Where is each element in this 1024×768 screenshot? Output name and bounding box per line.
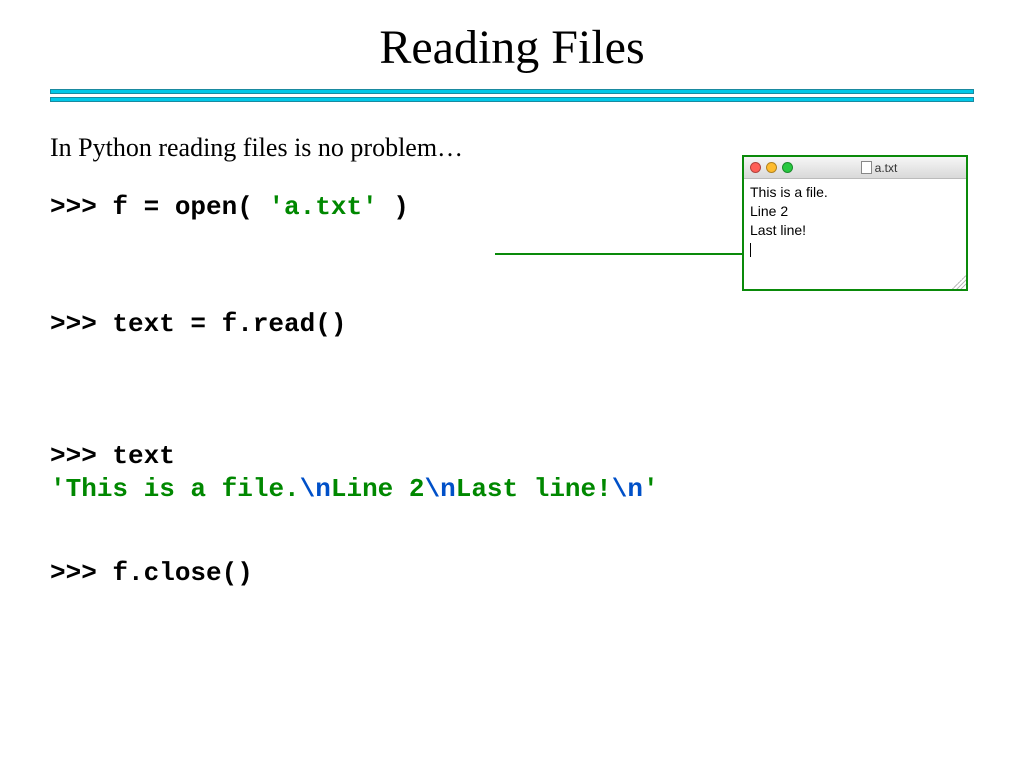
code-open-prefix: >>> f = open( <box>50 192 268 222</box>
code-line-close: >>> f.close() <box>50 557 974 590</box>
file-preview-window: a.txt This is a file. Line 2 Last line! <box>742 155 968 291</box>
slide-title: Reading Files <box>50 20 974 75</box>
spacer <box>50 340 974 440</box>
filename-label: a.txt <box>875 161 898 175</box>
zoom-icon[interactable] <box>782 162 793 173</box>
result-quote: ' <box>643 474 659 504</box>
code-line-read: >>> text = f.read() <box>50 308 974 341</box>
result-escape: \n <box>425 474 456 504</box>
window-titlebar: a.txt <box>744 157 966 179</box>
result-escape: \n <box>612 474 643 504</box>
close-icon[interactable] <box>750 162 761 173</box>
minimize-icon[interactable] <box>766 162 777 173</box>
code-open-arg: 'a.txt' <box>268 192 377 222</box>
code-line-echo: >>> text <box>50 440 974 473</box>
result-quote: ' <box>50 474 66 504</box>
file-line: Line 2 <box>750 202 960 221</box>
result-escape: \n <box>300 474 331 504</box>
file-cursor-line <box>750 240 960 259</box>
code-open-suffix: ) <box>378 192 409 222</box>
file-line: This is a file. <box>750 183 960 202</box>
resize-handle-icon[interactable] <box>952 275 966 289</box>
divider-bar <box>50 89 974 94</box>
result-text: This is a file. <box>66 474 300 504</box>
title-divider <box>50 89 974 103</box>
slide: Reading Files In Python reading files is… <box>0 0 1024 620</box>
window-title: a.txt <box>861 161 898 175</box>
spacer <box>50 505 974 557</box>
result-text: Last line! <box>456 474 612 504</box>
document-icon <box>861 161 872 174</box>
result-text: Line 2 <box>331 474 425 504</box>
code-line-result: 'This is a file.\nLine 2\nLast line!\n' <box>50 473 974 506</box>
text-cursor-icon <box>750 243 751 257</box>
file-line: Last line! <box>750 221 960 240</box>
divider-bar <box>50 97 974 102</box>
file-contents: This is a file. Line 2 Last line! <box>744 179 966 289</box>
